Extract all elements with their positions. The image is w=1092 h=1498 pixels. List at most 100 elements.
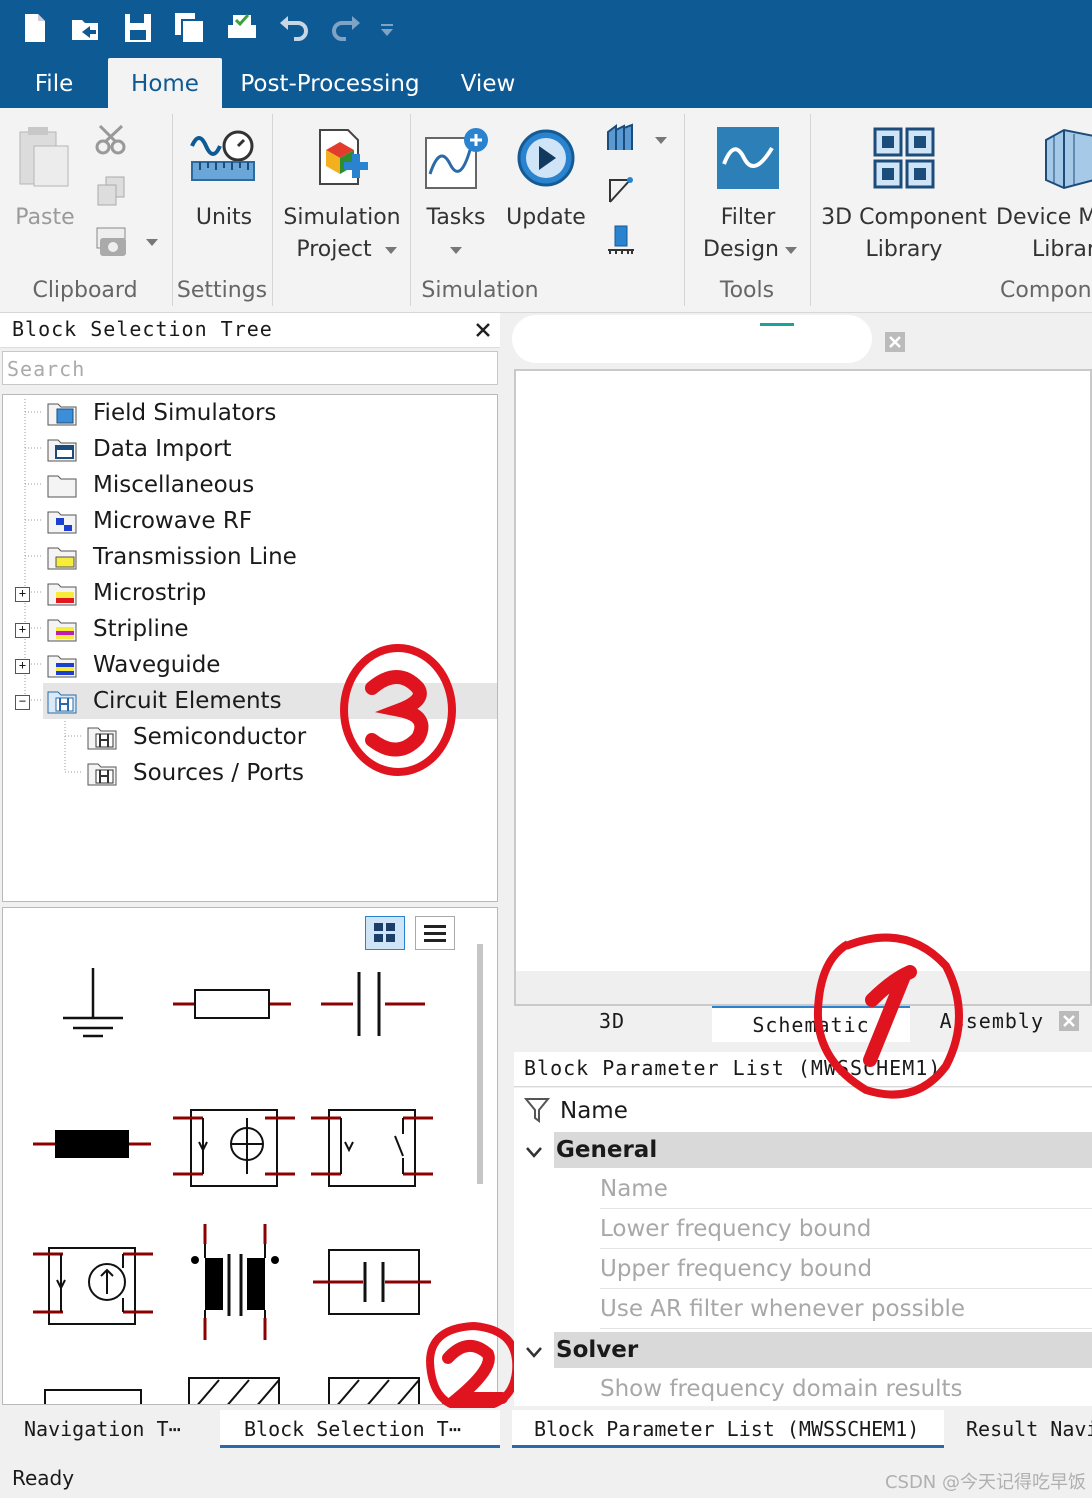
folder-waveguide-icon [47, 655, 77, 678]
customize-icon[interactable] [376, 10, 398, 46]
copy-icon[interactable] [94, 174, 130, 208]
param-lower-frequency[interactable]: Lower frequency bound [600, 1210, 1092, 1249]
expand-toggle[interactable]: + [15, 587, 30, 602]
switch-block[interactable] [311, 1109, 433, 1187]
filter-icon[interactable] [524, 1096, 550, 1124]
folder-rf-icon [47, 511, 77, 534]
series-capacitor-block[interactable] [313, 1249, 431, 1315]
collapse-toggle[interactable]: − [15, 695, 30, 710]
annotation-2 [426, 1321, 521, 1413]
group-tools: Tools [719, 278, 775, 303]
component-grid [33, 968, 433, 1404]
tasks-label: Tasks [426, 205, 486, 230]
tasks-button[interactable]: Tasks [418, 122, 494, 272]
ground-block[interactable] [63, 968, 123, 1038]
tab-block-parameter-list[interactable]: Block Parameter List (MWSSCHEM1) [512, 1410, 944, 1448]
chevron-down-icon[interactable] [144, 236, 160, 248]
chevron-down-icon[interactable] [524, 1344, 544, 1360]
device-library-label-2: Librar [1032, 237, 1092, 262]
folder-microstrip-icon [47, 583, 77, 606]
group-settings: Settings [176, 278, 268, 303]
list-view-button[interactable] [415, 916, 455, 950]
voltage-source-block[interactable] [33, 1247, 153, 1325]
chevron-down-icon [385, 247, 397, 254]
folder-circuit-icon [47, 691, 77, 714]
3d-component-library-button[interactable]: 3D Component Library [820, 122, 988, 272]
grid-view-button[interactable] [365, 916, 405, 950]
param-upper-frequency[interactable]: Upper frequency bound [600, 1250, 1092, 1289]
chevron-down-icon[interactable] [524, 1144, 544, 1160]
block-parameter-list-header: Block Parameter List (MWSSCHEM1) [514, 1052, 1092, 1087]
save-icon[interactable] [120, 10, 156, 46]
paste-icon [19, 127, 69, 187]
capacitor-block[interactable] [321, 972, 425, 1036]
column-header-name[interactable]: Name [560, 1092, 628, 1130]
tab-3d[interactable]: 3D [514, 1006, 710, 1040]
update-button[interactable]: Update [500, 122, 592, 242]
close-icon[interactable] [884, 331, 906, 353]
tab-home[interactable]: Home [108, 58, 222, 108]
parameter-sweep-icon[interactable] [604, 122, 638, 156]
folder-stripline-icon [47, 619, 77, 642]
undo-icon[interactable] [276, 10, 312, 46]
tab-navigation-tree[interactable]: Navigation T⋯ [24, 1410, 214, 1448]
update-icon [517, 129, 575, 187]
search-input[interactable]: Search [2, 351, 498, 385]
view-tabs: 3D Schematic Assembly [514, 1006, 1092, 1042]
folder-icon [47, 475, 77, 498]
tab-file[interactable]: File [22, 58, 86, 108]
partial-block [44, 1377, 420, 1404]
3d-component-label-1: 3D Component [821, 205, 987, 230]
inductor-block[interactable] [33, 1130, 151, 1158]
palette-scrollbar[interactable] [477, 944, 483, 1184]
category-general[interactable]: General [554, 1132, 1092, 1168]
param-show-frequency-domain[interactable]: Show frequency domain results [600, 1370, 1092, 1409]
filter-design-button[interactable]: Filter Design [696, 122, 806, 272]
save-all-icon[interactable] [172, 10, 208, 46]
optimizer-icon[interactable] [604, 174, 638, 208]
new-file-icon[interactable] [16, 10, 52, 46]
block-parameter-list: Name General Name Lower frequency bound … [514, 1088, 1092, 1409]
current-source-block[interactable] [173, 1109, 295, 1187]
units-button[interactable]: Units [186, 122, 262, 272]
screenshot-icon[interactable] [94, 224, 130, 260]
paste-button[interactable]: Paste [14, 122, 76, 272]
tab-result-navigator[interactable]: Result Navi [966, 1410, 1092, 1448]
tab-block-selection-tree[interactable]: Block Selection T⋯ [220, 1410, 500, 1448]
filter-design-label-2: Design [703, 237, 779, 262]
chevron-down-icon[interactable] [654, 134, 668, 146]
paste-label: Paste [15, 205, 75, 230]
close-icon[interactable] [1058, 1010, 1080, 1032]
category-solver[interactable]: Solver [554, 1332, 1092, 1368]
param-name[interactable]: Name [600, 1170, 1092, 1209]
simulation-project-icon [319, 129, 368, 185]
simulation-project-button[interactable]: Simulation Project [282, 122, 402, 272]
tab-view[interactable]: View [456, 58, 520, 108]
cut-icon[interactable] [94, 122, 130, 156]
simulation-project-label-1: Simulation [283, 205, 401, 230]
canvas-footer [516, 971, 1090, 1004]
device-library-button[interactable]: Device M Librar [992, 122, 1092, 272]
status-bar: Ready CSDN @今天记得吃早饭 [0, 1460, 1092, 1498]
tasks-icon [425, 128, 488, 189]
redo-icon[interactable] [328, 10, 364, 46]
annotation-3 [340, 644, 456, 776]
annotation-1 [813, 933, 963, 1099]
transformer-block[interactable] [191, 1224, 279, 1340]
probe-icon[interactable] [604, 224, 638, 260]
tab-post-processing[interactable]: Post-Processing [240, 58, 420, 108]
panel-title: Block Selection Tree [12, 317, 273, 341]
document-tab-accent [760, 323, 794, 326]
device-library-label-1: Device M [996, 205, 1092, 230]
resistor-block[interactable] [173, 989, 291, 1019]
print-icon[interactable] [224, 10, 260, 46]
ribbon: Paste Clipboard Units Settings Simulatio… [0, 108, 1092, 313]
units-label: Units [195, 205, 253, 230]
schematic-canvas[interactable] [514, 369, 1092, 1006]
expand-toggle[interactable]: + [15, 659, 30, 674]
document-tab-blurred[interactable] [512, 315, 872, 363]
close-icon[interactable] [474, 321, 492, 339]
expand-toggle[interactable]: + [15, 623, 30, 638]
open-icon[interactable] [68, 10, 104, 46]
param-ar-filter[interactable]: Use AR filter whenever possible [600, 1290, 1092, 1329]
